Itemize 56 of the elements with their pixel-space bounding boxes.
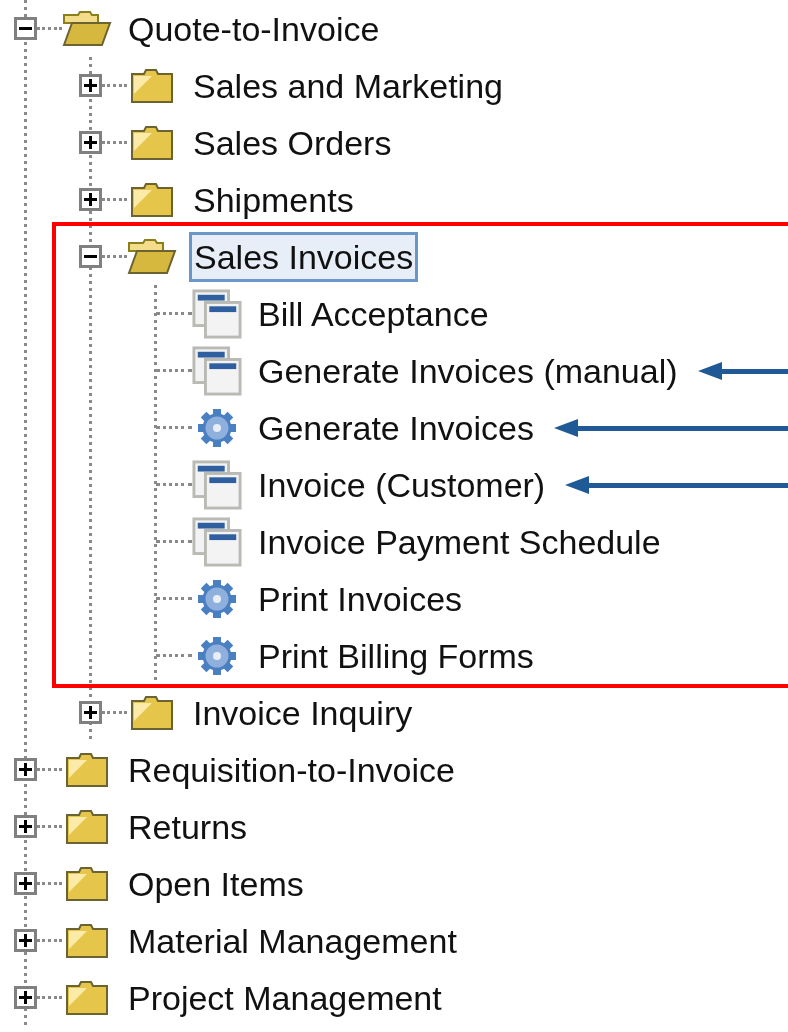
folder-icon [130, 181, 174, 218]
windows-icon [192, 515, 242, 568]
open-folder-icon [62, 10, 112, 47]
folder-icon [65, 922, 109, 959]
tree-item[interactable]: Requisition-to-Invoice [128, 747, 455, 792]
tree-item[interactable]: Invoice Payment Schedule [258, 519, 661, 564]
folder-icon [65, 808, 109, 845]
tree-item[interactable]: Project Management [128, 975, 442, 1020]
gear-icon [196, 577, 238, 620]
expand-toggle[interactable] [14, 815, 37, 838]
expand-toggle[interactable] [14, 986, 37, 1009]
folder-icon [65, 865, 109, 902]
tree-item[interactable]: Bill Acceptance [258, 291, 489, 336]
tree-item[interactable]: Sales and Marketing [193, 63, 503, 108]
expand-toggle[interactable] [79, 188, 102, 211]
tree-item[interactable]: Generate Invoices (manual) [258, 348, 678, 393]
gear-icon [196, 406, 238, 449]
plus-icon [18, 933, 33, 948]
plus-icon [18, 876, 33, 891]
plus-icon [83, 135, 98, 150]
tree-item[interactable]: Shipments [193, 177, 354, 222]
plus-icon [83, 192, 98, 207]
gear-icon [196, 634, 238, 677]
expand-toggle[interactable] [79, 131, 102, 154]
expand-toggle[interactable] [14, 929, 37, 952]
folder-icon [130, 694, 174, 731]
expand-toggle[interactable] [79, 74, 102, 97]
folder-icon [65, 751, 109, 788]
folder-icon [65, 979, 109, 1016]
tree-item[interactable]: Print Invoices [258, 576, 463, 621]
folder-icon [130, 124, 174, 161]
tree-item[interactable]: Quote-to-Invoice [128, 6, 380, 51]
tree-item[interactable]: Open Items [128, 861, 304, 906]
collapse-toggle[interactable] [14, 17, 37, 40]
folder-icon [130, 67, 174, 104]
tree-item[interactable]: Print Billing Forms [258, 633, 534, 678]
expand-toggle[interactable] [14, 758, 37, 781]
tree-item[interactable]: Sales Invoices [189, 231, 419, 282]
expand-toggle[interactable] [14, 872, 37, 895]
expand-toggle[interactable] [79, 701, 102, 724]
plus-icon [18, 819, 33, 834]
plus-icon [83, 78, 98, 93]
windows-icon [192, 344, 242, 397]
tree-item[interactable]: Sales Orders [193, 120, 392, 165]
tree-item[interactable]: Invoice Inquiry [193, 690, 413, 735]
tree-item[interactable]: Returns [128, 804, 248, 849]
windows-icon [192, 458, 242, 511]
collapse-toggle[interactable] [79, 245, 102, 268]
plus-icon [83, 705, 98, 720]
tree-item[interactable]: Generate Invoices [258, 405, 534, 450]
tree-item[interactable]: Invoice (Customer) [258, 462, 546, 507]
plus-icon [18, 990, 33, 1005]
plus-icon [18, 762, 33, 777]
tree-item[interactable]: Material Management [128, 918, 457, 963]
windows-icon [192, 287, 242, 340]
open-folder-icon [127, 238, 177, 275]
